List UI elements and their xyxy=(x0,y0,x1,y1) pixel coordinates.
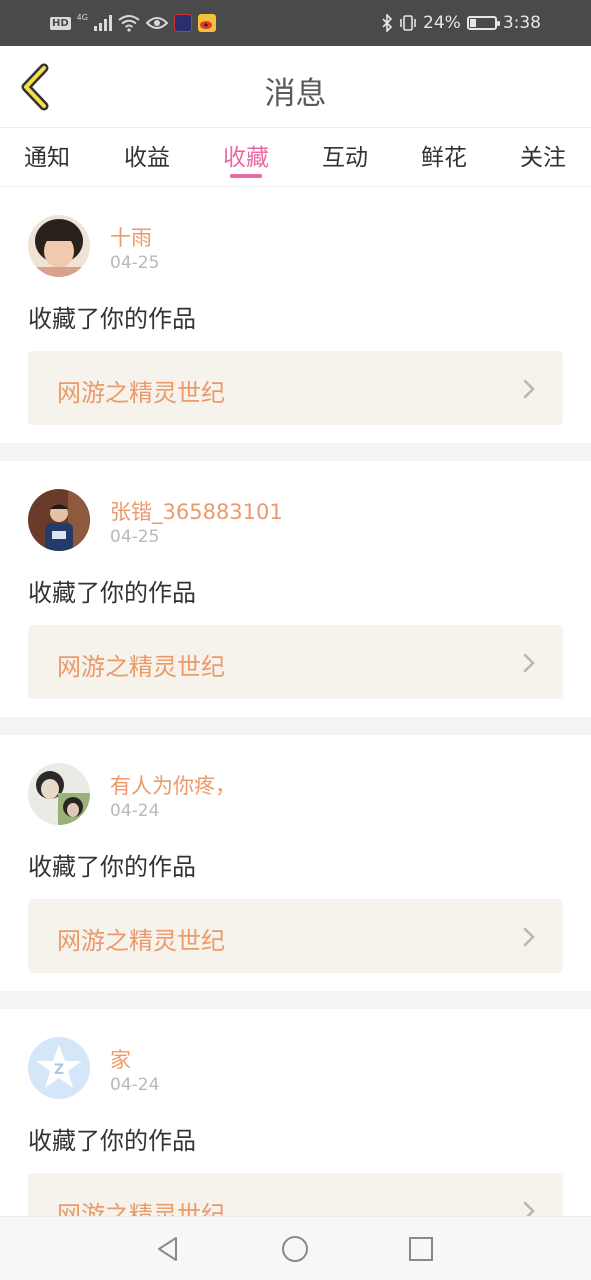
message-action: 收藏了你的作品 xyxy=(28,853,196,881)
clock: 3:38 xyxy=(502,13,541,33)
tab-interactions[interactable]: 互动 xyxy=(305,138,385,172)
message-card: 十雨 04-25 收藏了你的作品 网游之精灵世纪 xyxy=(0,187,591,443)
card-divider xyxy=(0,717,591,735)
battery-icon xyxy=(466,16,500,30)
message-date: 04-25 xyxy=(110,527,160,547)
signal-icon xyxy=(93,15,112,31)
message-action: 收藏了你的作品 xyxy=(28,305,196,333)
app-header: 消息 xyxy=(0,46,591,128)
avatar[interactable]: Z xyxy=(28,1037,90,1099)
message-date: 04-24 xyxy=(110,801,160,821)
system-nav-bar xyxy=(0,1216,591,1280)
home-circle-icon[interactable] xyxy=(281,1235,309,1263)
app-notification-icon xyxy=(173,14,192,32)
work-title: 网游之精灵世纪 xyxy=(57,379,225,407)
avatar[interactable] xyxy=(28,215,90,277)
network-type-label: 4G xyxy=(76,12,88,22)
avatar[interactable] xyxy=(28,489,90,551)
bluetooth-icon xyxy=(382,14,393,32)
tab-notifications[interactable]: 通知 xyxy=(7,138,87,172)
tab-favorites[interactable]: 收藏 xyxy=(206,138,286,172)
message-action: 收藏了你的作品 xyxy=(28,1127,196,1155)
status-left: HD 4G xyxy=(50,12,216,34)
message-card: 有人为你疼， 04-24 收藏了你的作品 网游之精灵世纪 xyxy=(0,735,591,991)
chevron-right-icon xyxy=(523,379,535,399)
eye-icon xyxy=(145,17,168,29)
username[interactable]: 有人为你疼， xyxy=(110,770,236,800)
tab-bar: 通知 收益 收藏 互动 鲜花 关注 xyxy=(0,128,591,187)
work-link[interactable]: 网游之精灵世纪 xyxy=(28,625,563,699)
svg-text:Z: Z xyxy=(54,1062,64,1078)
message-date: 04-25 xyxy=(110,253,160,273)
tab-earnings[interactable]: 收益 xyxy=(107,138,187,172)
hd-icon: HD xyxy=(50,16,71,30)
chevron-right-icon xyxy=(523,927,535,947)
username[interactable]: 十雨 xyxy=(110,222,152,252)
chevron-right-icon xyxy=(523,653,535,673)
work-title: 网游之精灵世纪 xyxy=(57,653,225,681)
tab-flowers[interactable]: 鲜花 xyxy=(404,138,484,172)
work-link[interactable]: 网游之精灵世纪 xyxy=(28,351,563,425)
card-divider xyxy=(0,991,591,1009)
wifi-icon xyxy=(118,15,140,32)
username[interactable]: 家 xyxy=(110,1044,131,1074)
card-divider xyxy=(0,443,591,461)
vibrate-icon xyxy=(400,15,416,31)
username[interactable]: 张锴_365883101 xyxy=(110,496,283,526)
battery-percent: 24% xyxy=(423,13,461,33)
work-link[interactable]: 网游之精灵世纪 xyxy=(28,899,563,973)
page-title: 消息 xyxy=(264,76,327,112)
back-triangle-icon[interactable] xyxy=(154,1235,182,1263)
message-card: 张锴_365883101 04-25 收藏了你的作品 网游之精灵世纪 xyxy=(0,461,591,717)
weibo-icon xyxy=(197,14,216,32)
recents-square-icon[interactable] xyxy=(407,1235,435,1263)
message-date: 04-24 xyxy=(110,1075,160,1095)
message-action: 收藏了你的作品 xyxy=(28,579,196,607)
work-title: 网游之精灵世纪 xyxy=(57,927,225,955)
avatar[interactable] xyxy=(28,763,90,825)
status-bar: HD 4G 24% 3:38 xyxy=(0,0,591,46)
active-tab-indicator xyxy=(230,174,262,178)
tab-following[interactable]: 关注 xyxy=(503,138,583,172)
status-right: 24% 3:38 xyxy=(381,12,541,34)
